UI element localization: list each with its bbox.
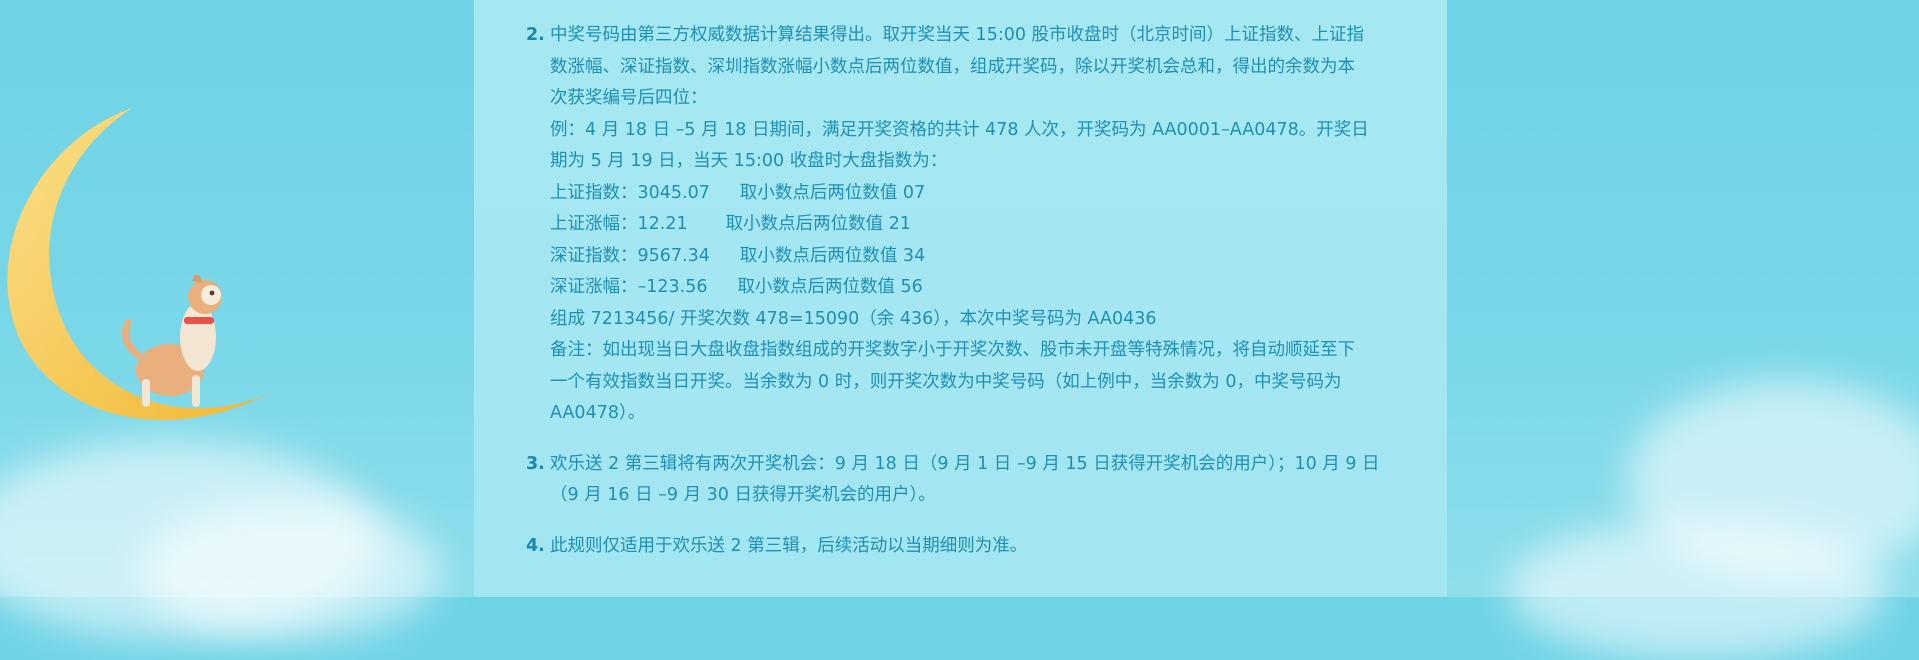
index-note: 取小数点后两位数值 56 xyxy=(737,277,923,297)
rule-text-line: （9 月 16 日 –9 月 30 日获得开奖机会的用户）。 xyxy=(550,485,936,505)
example-text-line: 期为 5 月 19 日，当天 15:00 收盘时大盘指数为： xyxy=(550,151,948,171)
rules-panel: 2. 中奖号码由第三方权威数据计算结果得出。取开奖当天 15:00 股市收盘时（… xyxy=(474,0,1447,597)
remark-text-line: 一个有效指数当日开奖。当余数为 0 时，则开奖次数为中奖号码（如上例中，当余数为… xyxy=(550,371,1342,392)
index-note: 取小数点后两位数值 34 xyxy=(739,245,926,266)
rule-item-3: 3. 欢乐送 2 第三辑将有两次开奖机会：9 月 18 日（9 月 1 日 –9… xyxy=(526,449,1396,512)
result-text: 组成 7213456/ 开奖次数 478=15090（余 436），本次中奖号码… xyxy=(550,308,1157,329)
index-row: 深证指数：9567.34 取小数点后两位数值 34 xyxy=(550,241,1396,273)
index-row: 上证涨幅：12.21 取小数点后两位数值 21 xyxy=(550,209,1396,241)
rule-item-2: 2. 中奖号码由第三方权威数据计算结果得出。取开奖当天 15:00 股市收盘时（… xyxy=(526,20,1396,430)
remark-text-line: 备注：如出现当日大盘收盘指数组成的开奖数字小于开奖次数、股市未开盘等特殊情况，将… xyxy=(550,340,1355,360)
rule-text-line: 此规则仅适用于欢乐送 2 第三辑，后续活动以当期细则为准。 xyxy=(550,535,1028,556)
remark-text-line: AA0478）。 xyxy=(550,403,646,423)
example-text-line: 例：4 月 18 日 –5 月 18 日期间，满足开奖资格的共计 478 人次，… xyxy=(550,119,1369,140)
right-decoration xyxy=(1447,0,1919,660)
rule-item-4: 4. 此规则仅适用于欢乐送 2 第三辑，后续活动以当期细则为准。 xyxy=(526,531,1396,563)
dog-illustration xyxy=(122,275,222,407)
rule-number: 3. xyxy=(526,453,545,474)
rule-number: 4. xyxy=(526,535,545,556)
index-label: 深证指数：9567.34 xyxy=(550,245,710,266)
index-note: 取小数点后两位数值 21 xyxy=(725,214,911,234)
rules-list: 2. 中奖号码由第三方权威数据计算结果得出。取开奖当天 15:00 股市收盘时（… xyxy=(526,20,1396,562)
index-note: 取小数点后两位数值 07 xyxy=(739,182,926,203)
left-decoration xyxy=(0,0,474,640)
index-row: 深证涨幅：–123.56 取小数点后两位数值 56 xyxy=(550,272,1396,304)
rule-text-line: 欢乐送 2 第三辑将有两次开奖机会：9 月 18 日（9 月 1 日 –9 月 … xyxy=(550,453,1380,474)
rule-text-line: 次获奖编号后四位： xyxy=(550,88,708,108)
rule-number: 2. xyxy=(526,25,545,45)
index-label: 上证指数：3045.07 xyxy=(550,182,710,203)
index-label: 深证涨幅：–123.56 xyxy=(550,277,708,297)
rule-text-line: 数涨幅、深证指数、深圳指数涨幅小数点后两位数值，组成开奖码，除以开奖机会总和，得… xyxy=(550,56,1355,77)
index-row: 上证指数：3045.07 取小数点后两位数值 07 xyxy=(550,178,1396,210)
index-label: 上证涨幅：12.21 xyxy=(550,214,688,234)
rule-text-line: 中奖号码由第三方权威数据计算结果得出。取开奖当天 15:00 股市收盘时（北京时… xyxy=(550,25,1365,45)
cloud-illustration xyxy=(1507,520,1887,660)
cloud-illustration xyxy=(140,500,440,640)
